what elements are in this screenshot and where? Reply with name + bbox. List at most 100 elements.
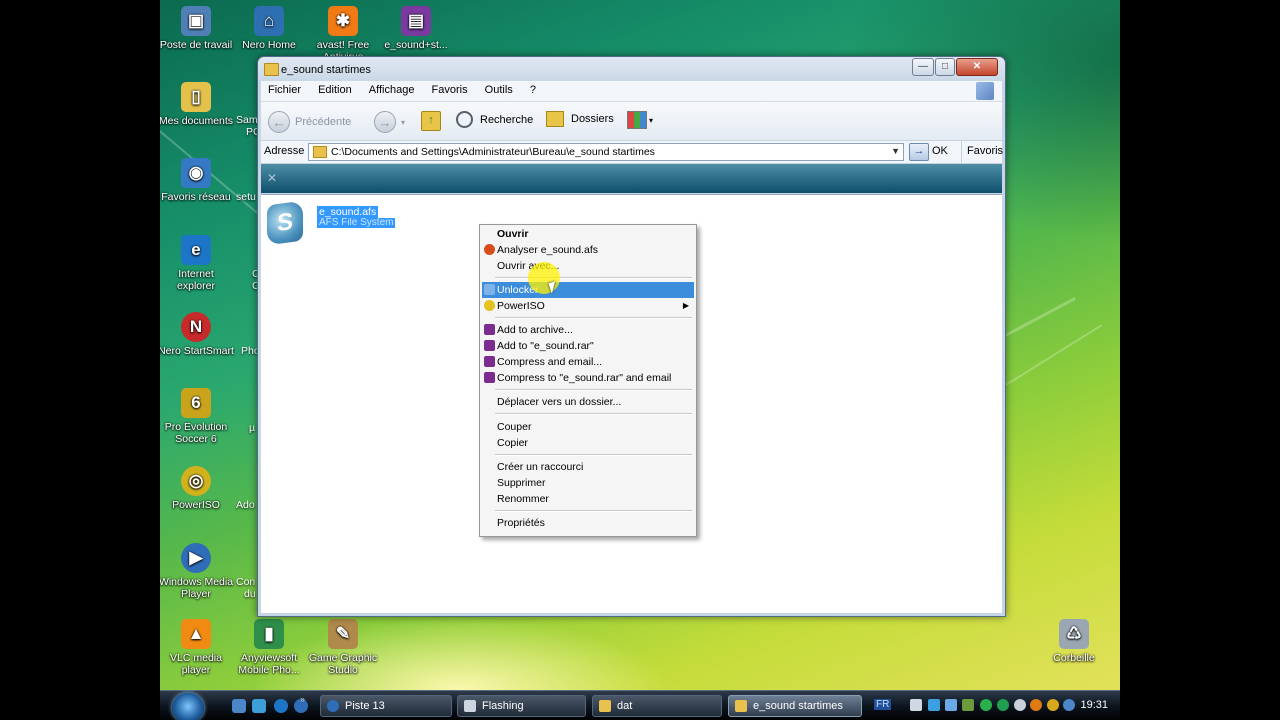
- close-button[interactable]: ✕: [956, 58, 998, 76]
- file-item[interactable]: S: [267, 200, 311, 247]
- winrar-archive-icon: ▤: [401, 6, 431, 36]
- poweriso-disc-icon: ◎: [181, 466, 211, 496]
- go-arrow-icon[interactable]: →: [909, 143, 929, 161]
- menu-item-deplacer[interactable]: Déplacer vers un dossier...: [482, 394, 694, 410]
- clock[interactable]: 19:31: [1080, 699, 1108, 711]
- minimize-button[interactable]: —: [912, 58, 934, 76]
- vlc-cone-icon: ▲: [181, 619, 211, 649]
- language-indicator[interactable]: FR: [874, 699, 892, 710]
- menu-item-supprimer[interactable]: Supprimer: [482, 475, 694, 491]
- phone-icon: ▮: [254, 619, 284, 649]
- desktop-icon-avast[interactable]: ✱ avast! Free Antivirus: [305, 6, 381, 56]
- menu-item-label: Compress and email...: [497, 356, 603, 368]
- desktop-icon-corbeille[interactable]: ♺ Corbeille: [1036, 619, 1112, 664]
- menu-item-label: Couper: [497, 421, 532, 433]
- tray-app-icon[interactable]: [1063, 699, 1075, 711]
- unlocker-wand-icon: [484, 284, 495, 295]
- menu-item-ouvrir-avec[interactable]: Ouvrir avec...: [482, 258, 694, 274]
- desktop-icon-nero-startsmart[interactable]: N Nero StartSmart: [160, 312, 234, 357]
- address-field[interactable]: C:\Documents and Settings\Administrateur…: [308, 143, 904, 161]
- context-menu: Ouvrir Analyser e_sound.afs Ouvrir avec.…: [479, 224, 697, 537]
- menu-affichage[interactable]: Affichage: [362, 81, 422, 99]
- desktop-icon-poweriso[interactable]: ◎ PowerISO: [160, 466, 234, 511]
- tray-volume-icon[interactable]: [1014, 699, 1026, 711]
- up-folder-button[interactable]: ↑: [421, 111, 441, 131]
- menu-item-label: PowerISO: [497, 300, 545, 312]
- desktop-icon-internet-explorer[interactable]: e Internet explorer: [160, 235, 234, 292]
- maximize-button[interactable]: □: [935, 58, 955, 76]
- quicklaunch-ie-icon[interactable]: [274, 699, 288, 713]
- folders-label: Dossiers: [571, 113, 614, 125]
- tray-display-icon[interactable]: [945, 699, 957, 711]
- close-icon[interactable]: ✕: [267, 171, 277, 185]
- tray-device-icon[interactable]: [962, 699, 974, 711]
- forward-dropdown-icon: ▾: [401, 117, 406, 127]
- menu-item-copier[interactable]: Copier: [482, 435, 694, 451]
- menu-item-proprietes[interactable]: Propriétés: [482, 515, 694, 531]
- chevron-down-icon[interactable]: ▼: [891, 146, 900, 156]
- folders-button[interactable]: Dossiers: [546, 111, 614, 127]
- taskbar-button-label: Piste 13: [345, 700, 385, 712]
- tray-avast-icon[interactable]: [1030, 699, 1042, 711]
- taskbar-button-piste-13[interactable]: Piste 13: [320, 695, 452, 717]
- tray-flag-icon[interactable]: [980, 699, 992, 711]
- menu-bar: Fichier Edition Affichage Favoris Outils…: [261, 81, 1002, 102]
- menu-item-label: Ouvrir: [497, 228, 529, 240]
- desktop-icon-game-graphic-studio[interactable]: ✎ Game Graphic Studio: [305, 619, 381, 676]
- menu-help[interactable]: ?: [523, 81, 543, 99]
- menu-separator: [495, 277, 692, 279]
- start-button[interactable]: [172, 693, 204, 720]
- file-type: AFS File System: [317, 218, 396, 228]
- taskbar-button-dat[interactable]: dat: [592, 695, 722, 717]
- tray-poweriso-icon[interactable]: [1047, 699, 1059, 711]
- menu-item-analyser[interactable]: Analyser e_sound.afs: [482, 242, 694, 258]
- tray-network-icon[interactable]: [928, 699, 940, 711]
- quicklaunch-switch-windows-icon[interactable]: [232, 699, 246, 713]
- menu-item-poweriso[interactable]: PowerISO ▶: [482, 298, 694, 314]
- menu-fichier[interactable]: Fichier: [261, 81, 308, 99]
- tray-notes-icon[interactable]: [910, 699, 922, 711]
- media-player-icon: ▶: [181, 543, 211, 573]
- favorites-button[interactable]: Favoris: [961, 141, 1003, 165]
- desktop-icon-poste-de-travail[interactable]: ▣ Poste de travail: [160, 6, 234, 51]
- search-button[interactable]: Recherche: [456, 111, 533, 128]
- tray-antivirus-icon[interactable]: [997, 699, 1009, 711]
- info-band: ✕: [261, 164, 1002, 193]
- menu-favoris[interactable]: Favoris: [425, 81, 475, 99]
- taskbar-button-flashing[interactable]: Flashing: [457, 695, 586, 717]
- menu-item-ouvrir[interactable]: Ouvrir: [482, 226, 694, 242]
- quicklaunch-more-icon[interactable]: »: [300, 694, 305, 704]
- submenu-arrow-icon: ▶: [682, 301, 689, 310]
- desktop-icon-nero-home[interactable]: ⌂ Nero Home: [231, 6, 307, 51]
- avast-icon: ✱: [328, 6, 358, 36]
- menu-item-unlocker[interactable]: Unlocker: [482, 282, 694, 298]
- menu-item-renommer[interactable]: Renommer: [482, 491, 694, 507]
- taskbar-button-e-sound-startimes[interactable]: e_sound startimes: [728, 695, 862, 717]
- forward-button[interactable]: → ▾: [374, 111, 405, 133]
- go-button[interactable]: OK: [932, 145, 948, 157]
- menu-item-label: Propriétés: [497, 517, 545, 529]
- menu-item-compress-rar-email[interactable]: Compress to "e_sound.rar" and email: [482, 370, 694, 386]
- desktop-icon-pro-evolution-soccer[interactable]: 6 Pro Evolution Soccer 6: [160, 388, 234, 445]
- file-name[interactable]: e_sound.afs: [317, 206, 379, 218]
- desktop-icon-anyviewsoft[interactable]: ▮ Anyviewsoft Mobile Pho...: [231, 619, 307, 676]
- menu-outils[interactable]: Outils: [478, 81, 520, 99]
- desktop-icon-windows-media-player[interactable]: ▶ Windows Media Player: [160, 543, 234, 600]
- desktop-icon-label: Pro Evolution Soccer 6: [164, 421, 228, 445]
- menu-edition[interactable]: Edition: [311, 81, 359, 99]
- desktop-icon-mes-documents[interactable]: ▯ Mes documents: [160, 82, 234, 127]
- menu-item-add-to-archive[interactable]: Add to archive...: [482, 322, 694, 338]
- window-titlebar[interactable]: e_sound startimes — □ ✕: [258, 57, 1005, 82]
- menu-item-creer-raccourci[interactable]: Créer un raccourci: [482, 459, 694, 475]
- desktop-icon-favoris-reseau[interactable]: ◉ Favoris réseau: [160, 158, 234, 203]
- quicklaunch-network-icon[interactable]: [252, 699, 266, 713]
- desktop-icon-vlc[interactable]: ▲ VLC media player: [160, 619, 234, 676]
- menu-item-add-to-rar[interactable]: Add to "e_sound.rar": [482, 338, 694, 354]
- internet-explorer-icon: e: [181, 235, 211, 265]
- menu-item-compress-email[interactable]: Compress and email...: [482, 354, 694, 370]
- menu-item-couper[interactable]: Couper: [482, 419, 694, 435]
- views-button[interactable]: ▾: [627, 111, 653, 129]
- desktop-icon-e-sound-startimes[interactable]: ▤ e_sound+st...: [378, 6, 454, 51]
- hidden-icon-label: µ: [249, 422, 256, 434]
- back-button[interactable]: ← Précédente: [268, 111, 351, 133]
